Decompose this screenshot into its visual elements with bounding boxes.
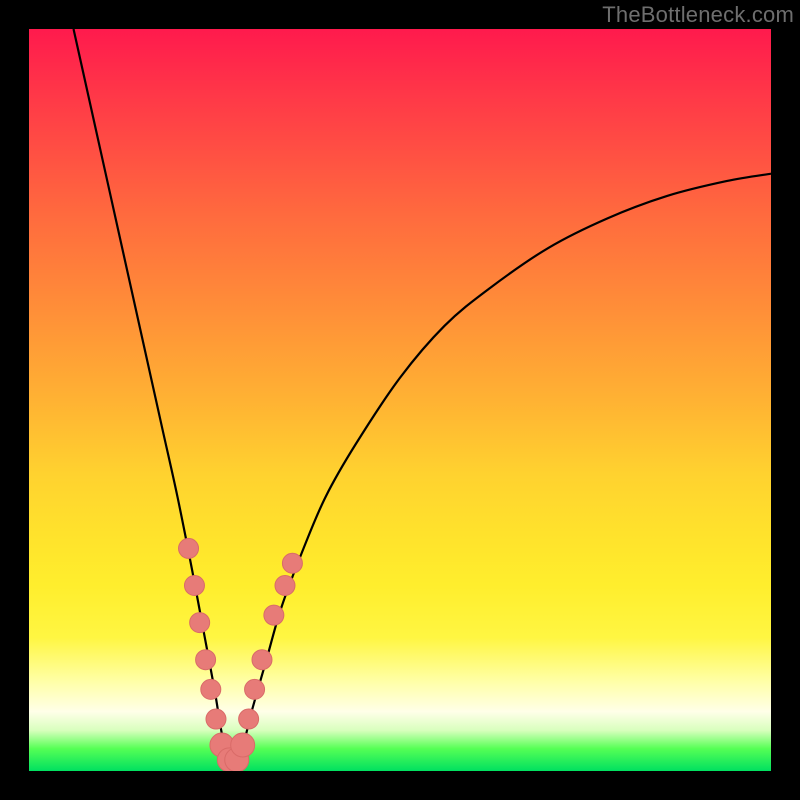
bottleneck-curve-path xyxy=(74,29,771,763)
curve-group xyxy=(74,29,771,763)
curve-marker xyxy=(201,679,221,699)
curve-marker xyxy=(275,576,295,596)
plot-area xyxy=(29,29,771,771)
curve-marker xyxy=(179,538,199,558)
curve-marker xyxy=(190,613,210,633)
curve-marker xyxy=(206,709,226,729)
curve-marker xyxy=(282,553,302,573)
markers-group xyxy=(179,538,303,771)
chart-svg xyxy=(29,29,771,771)
watermark-text: TheBottleneck.com xyxy=(602,2,794,28)
curve-marker xyxy=(231,733,255,757)
curve-marker xyxy=(252,650,272,670)
outer-frame: TheBottleneck.com xyxy=(0,0,800,800)
curve-marker xyxy=(264,605,284,625)
curve-marker xyxy=(184,576,204,596)
curve-marker xyxy=(196,650,216,670)
curve-marker xyxy=(245,679,265,699)
curve-marker xyxy=(239,709,259,729)
